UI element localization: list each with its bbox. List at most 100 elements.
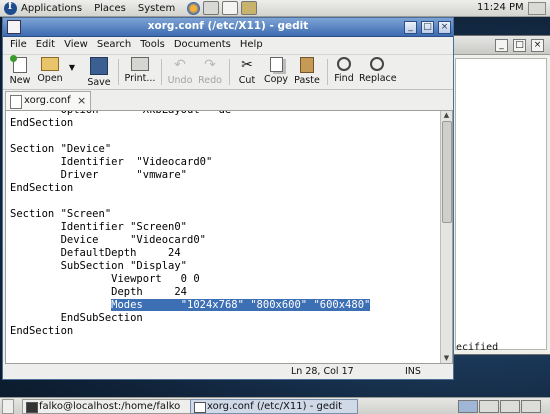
menu-search[interactable]: Search — [97, 39, 131, 50]
bottom-panel: falko@localhost:/home/falko xorg.conf (/… — [0, 397, 550, 414]
print-button-label: Print... — [124, 73, 156, 84]
code-line: Section "Device" — [10, 143, 112, 155]
cut-icon: ✂ — [241, 57, 253, 73]
code-line: EndSection — [10, 117, 74, 129]
tab-xorg-conf[interactable]: xorg.conf × — [5, 91, 91, 110]
find-button[interactable]: Find — [332, 57, 356, 84]
document-tabbar: xorg.conf × — [3, 90, 453, 110]
show-desktop-button[interactable] — [2, 399, 14, 414]
undo-button-label: Undo — [167, 75, 193, 86]
terminal-icon — [26, 402, 38, 413]
workspace-1[interactable] — [458, 400, 478, 413]
code-line: Identifier "Screen0" — [10, 221, 188, 233]
print-button[interactable]: Print... — [123, 57, 157, 84]
menu-file[interactable]: File — [10, 39, 27, 50]
places-menu[interactable]: Places — [94, 3, 126, 14]
top-panel: Applications Places System 11:24 PM — [0, 0, 550, 17]
taskbar-item-label: falko@localhost:/home/falko — [39, 401, 181, 412]
new-button-label: New — [9, 75, 31, 86]
print-icon — [131, 57, 149, 71]
open-folder-icon — [41, 57, 59, 71]
gedit-window[interactable]: xorg.conf (/etc/X11) - gedit _ □ × File … — [2, 17, 454, 380]
menu-tools[interactable]: Tools — [140, 39, 165, 50]
copy-button-label: Copy — [263, 74, 289, 85]
minimize-icon[interactable]: _ — [495, 39, 508, 52]
taskbar-item-terminal[interactable]: falko@localhost:/home/falko — [22, 399, 192, 414]
code-line: Device "Videocard0" — [10, 234, 206, 246]
paste-button-label: Paste — [294, 75, 320, 86]
code-line: EndSection — [10, 182, 74, 194]
replace-button[interactable]: Replace — [359, 57, 397, 84]
taskbar-item-gedit[interactable]: xorg.conf (/etc/X11) - gedit — [190, 399, 358, 414]
background-window-text: ecified — [456, 342, 499, 353]
close-icon[interactable]: × — [438, 21, 451, 34]
scroll-down-icon[interactable]: ▼ — [442, 354, 451, 363]
network-icon[interactable] — [528, 2, 546, 15]
scroll-up-icon[interactable]: ▲ — [442, 111, 451, 120]
paste-icon — [300, 57, 314, 73]
menu-help[interactable]: Help — [240, 39, 263, 50]
email-launcher-icon[interactable] — [203, 1, 220, 15]
background-window[interactable]: _ □ × ecified — [452, 35, 550, 355]
undo-button[interactable]: ↶ Undo — [167, 57, 193, 86]
save-button[interactable]: Save — [86, 57, 112, 88]
document-icon — [10, 95, 22, 109]
chevron-down-icon: ▼ — [68, 63, 76, 72]
redo-button-label: Redo — [198, 75, 222, 86]
toolbar: New Open ▼ Save Print... ↶ Undo ↷ Redo ✂ — [3, 54, 453, 90]
system-menu[interactable]: System — [138, 3, 175, 14]
redo-icon: ↷ — [204, 57, 216, 73]
clock[interactable]: 11:24 PM — [477, 2, 524, 13]
workspace-4[interactable] — [521, 400, 541, 413]
cursor-position: Ln 28, Col 17 — [291, 366, 354, 377]
applications-menu[interactable]: Applications — [21, 3, 82, 14]
firefox-launcher-icon[interactable] — [187, 1, 201, 15]
paste-button[interactable]: Paste — [293, 57, 321, 86]
selected-text[interactable]: Modes "1024x768" "800x600" "600x480" — [111, 299, 371, 311]
window-titlebar[interactable]: xorg.conf (/etc/X11) - gedit _ □ × — [3, 18, 453, 37]
fedora-logo-icon[interactable] — [4, 1, 17, 15]
vertical-scrollbar[interactable]: ▲ ▼ — [440, 111, 452, 363]
code-line: SubSection "Display" — [10, 260, 188, 272]
toolbar-separator — [327, 59, 328, 85]
code-line: DefaultDepth 24 — [10, 247, 181, 259]
cut-button[interactable]: ✂ Cut — [235, 57, 259, 86]
menu-edit[interactable]: Edit — [36, 39, 55, 50]
code-line: Driver "vmware" — [10, 169, 188, 181]
code-line: Section "Screen" — [10, 208, 112, 220]
new-document-icon — [10, 55, 27, 73]
scrollbar-thumb[interactable] — [442, 121, 452, 223]
save-icon — [90, 57, 108, 75]
close-icon[interactable]: × — [77, 94, 86, 107]
code-line: Depth 24 — [10, 286, 188, 298]
menu-view[interactable]: View — [64, 39, 88, 50]
save-button-label: Save — [87, 77, 111, 88]
maximize-icon[interactable]: □ — [421, 21, 434, 34]
menubar: File Edit View Search Tools Documents He… — [3, 37, 453, 52]
tab-label: xorg.conf — [24, 95, 71, 106]
close-icon[interactable]: × — [531, 39, 544, 52]
maximize-icon[interactable]: □ — [513, 39, 526, 52]
replace-icon — [370, 57, 384, 71]
toolbar-separator — [229, 59, 230, 85]
code-line: Identifier "Videocard0" — [10, 156, 213, 168]
copy-button[interactable]: Copy — [262, 57, 290, 85]
find-icon — [337, 57, 351, 71]
minimize-icon[interactable]: _ — [404, 21, 417, 34]
text-editor-launcher-icon[interactable] — [222, 1, 239, 15]
open-button[interactable]: Open — [36, 57, 64, 84]
insert-mode: INS — [405, 366, 421, 377]
menu-documents[interactable]: Documents — [174, 39, 231, 50]
new-button[interactable]: New — [7, 55, 33, 86]
background-window-titlebar[interactable]: _ □ × — [453, 36, 550, 55]
utility-launcher-icon[interactable] — [241, 1, 258, 15]
code-content[interactable]: Option "XkbLayout" "de" EndSection Secti… — [10, 111, 371, 338]
workspace-2[interactable] — [479, 400, 499, 413]
text-editor[interactable]: Option "XkbLayout" "de" EndSection Secti… — [5, 110, 453, 364]
undo-icon: ↶ — [174, 57, 186, 73]
open-button-label: Open — [37, 73, 63, 84]
redo-button[interactable]: ↷ Redo — [197, 57, 223, 86]
workspace-3[interactable] — [500, 400, 520, 413]
open-recent-dropdown[interactable]: ▼ — [67, 63, 77, 72]
taskbar-item-label: xorg.conf (/etc/X11) - gedit — [207, 401, 343, 412]
